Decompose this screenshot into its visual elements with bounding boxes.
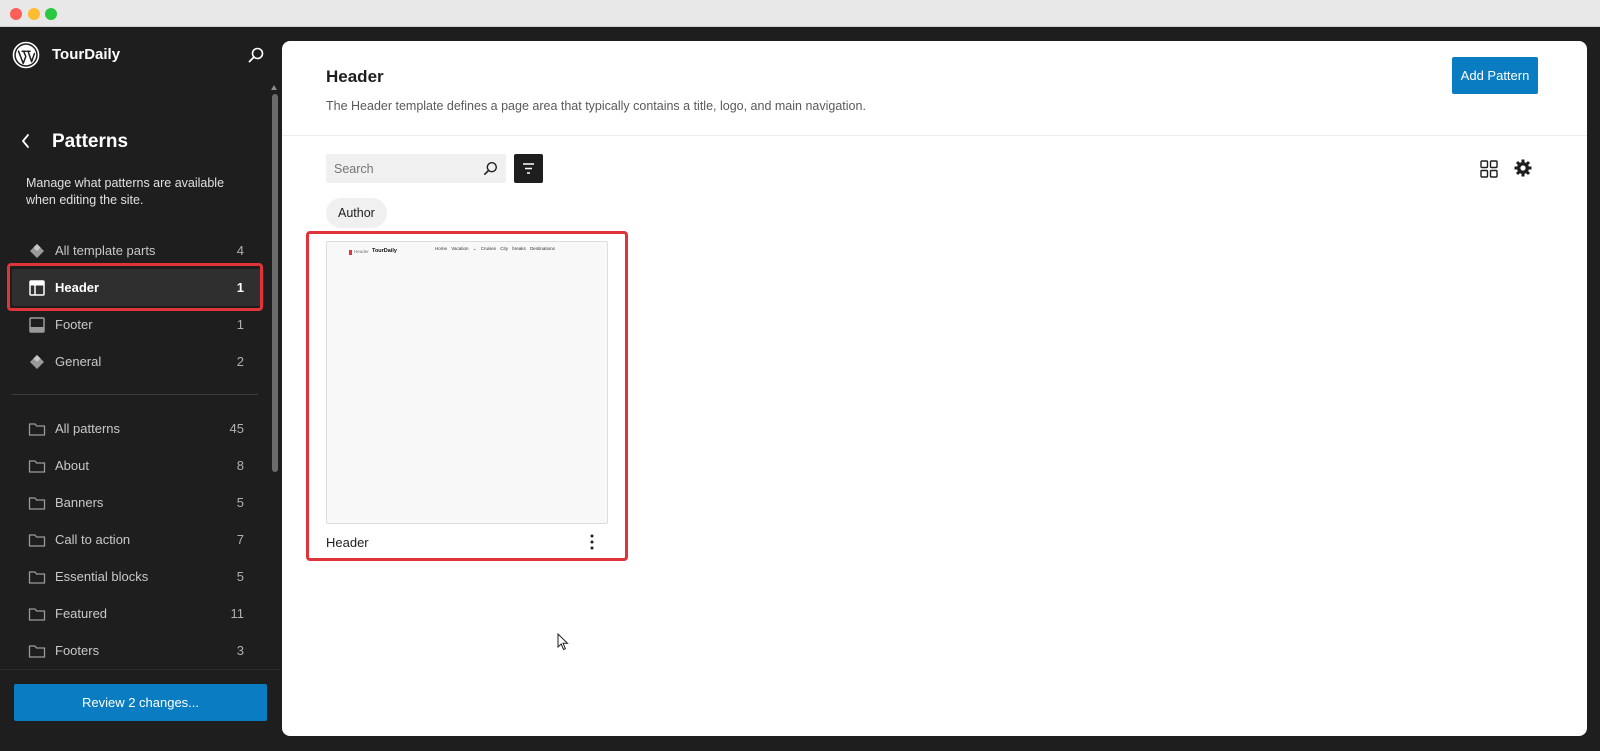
- header-layout-icon: [29, 280, 45, 296]
- window-titlebar: [0, 0, 1600, 27]
- search-icon[interactable]: [482, 160, 499, 177]
- sidebar-item-count: 1: [236, 280, 244, 295]
- sidebar-item-all-patterns[interactable]: All patterns 45: [12, 410, 264, 447]
- close-window-button[interactable]: [10, 8, 22, 20]
- search-icon[interactable]: [246, 45, 266, 65]
- sidebar-item-label: Header: [55, 280, 100, 295]
- folder-icon: [28, 571, 46, 584]
- main-panel: Header The Header template defines a pag…: [282, 41, 1587, 736]
- back-chevron-icon[interactable]: [16, 129, 36, 153]
- scroll-up-arrow-icon[interactable]: [271, 85, 277, 90]
- scrollbar-thumb[interactable]: [272, 94, 278, 472]
- sidebar-item-label: Footer: [55, 317, 93, 332]
- gear-icon[interactable]: [1512, 157, 1534, 179]
- folder-icon: [28, 497, 46, 510]
- preview-site-title: TourDaily: [372, 248, 397, 254]
- symbol-filled-icon: [30, 355, 44, 369]
- review-changes-button[interactable]: Review 2 changes...: [14, 684, 267, 721]
- preview-logo-text: Header: [354, 249, 369, 254]
- sidebar-item-count: 4: [236, 243, 244, 258]
- sidebar-item-featured[interactable]: Featured 11: [12, 595, 264, 632]
- site-hub: TourDaily: [0, 27, 280, 83]
- sidebar-item-count: 5: [236, 495, 244, 510]
- pattern-card-title[interactable]: Header: [326, 535, 369, 550]
- add-pattern-button[interactable]: Add Pattern: [1452, 57, 1538, 94]
- preview-nav-item: Vacation ⌄: [451, 246, 477, 251]
- preview-nav-item: City breaks: [500, 246, 526, 251]
- sidebar-item-header[interactable]: Header 1: [12, 269, 264, 306]
- folder-icon: [28, 423, 46, 436]
- sidebar-item-label: Banners: [55, 495, 104, 510]
- sidebar-item-label: Essential blocks: [55, 569, 149, 584]
- sidebar-item-footers[interactable]: Footers 3: [12, 632, 264, 669]
- search-input[interactable]: [326, 154, 476, 183]
- sidebar-description: Manage what patterns are available when …: [26, 176, 225, 207]
- wordpress-logo-icon[interactable]: [12, 41, 40, 69]
- pattern-card-preview[interactable]: Header TourDaily Home Vacation ⌄ Cruises…: [326, 241, 608, 524]
- folder-icon: [28, 608, 46, 621]
- page-title: Header: [326, 67, 384, 86]
- preview-nav-item: Destinations: [530, 246, 555, 251]
- maximize-window-button[interactable]: [45, 8, 57, 20]
- sidebar-item-count: 11: [230, 606, 245, 621]
- sidebar-item-banners[interactable]: Banners 5: [12, 484, 264, 521]
- funnel-icon: [523, 163, 534, 174]
- folder-icon: [28, 645, 46, 658]
- sidebar: TourDaily Patterns Manage what patterns …: [0, 27, 280, 751]
- sidebar-item-count: 5: [236, 569, 244, 584]
- sidebar-item-label: About: [55, 458, 89, 473]
- sidebar-item-count: 2: [236, 354, 244, 369]
- author-filter-chip[interactable]: Author: [326, 198, 387, 228]
- sidebar-item-label: General: [55, 354, 102, 369]
- sidebar-item-essential-blocks[interactable]: Essential blocks 5: [12, 558, 264, 595]
- page-description: The Header template defines a page area …: [326, 99, 866, 113]
- sidebar-item-general[interactable]: General 2: [12, 343, 264, 380]
- preview-nav-item: Cruises: [480, 246, 497, 251]
- header-divider: [282, 135, 1587, 136]
- preview-nav-item: Home: [435, 246, 448, 251]
- minimize-window-button[interactable]: [28, 8, 40, 20]
- footer-layout-icon: [29, 317, 45, 333]
- sidebar-item-count: 7: [236, 532, 244, 547]
- sidebar-item-count: 3: [236, 643, 244, 658]
- grid-view-icon[interactable]: [1478, 158, 1500, 180]
- folder-icon: [28, 460, 46, 473]
- sidebar-item-label: Featured: [55, 606, 108, 621]
- site-title[interactable]: TourDaily: [52, 46, 120, 63]
- sidebar-scrollbar[interactable]: [271, 85, 279, 705]
- search-field: [326, 154, 506, 183]
- more-vertical-icon[interactable]: [582, 531, 602, 553]
- sidebar-item-label: All template parts: [55, 243, 156, 258]
- preview-navigation: Home Vacation ⌄ Cruises City breaks Dest…: [435, 246, 555, 252]
- filter-button[interactable]: [514, 154, 543, 183]
- sidebar-item-label: Footers: [55, 643, 100, 658]
- sidebar-item-label: All patterns: [55, 421, 121, 436]
- sidebar-item-call-to-action[interactable]: Call to action 7: [12, 521, 264, 558]
- symbol-filled-icon: [30, 244, 44, 258]
- sidebar-item-count: 1: [236, 317, 244, 332]
- sidebar-item-count: 8: [236, 458, 244, 473]
- sidebar-item-count: 45: [229, 421, 244, 436]
- sidebar-item-about[interactable]: About 8: [12, 447, 264, 484]
- sidebar-title: Patterns: [52, 131, 129, 152]
- preview-logo: [349, 250, 352, 255]
- folder-icon: [28, 534, 46, 547]
- sidebar-divider: [12, 394, 258, 395]
- sidebar-item-label: Call to action: [55, 532, 131, 547]
- sidebar-item-footer[interactable]: Footer 1: [12, 306, 264, 343]
- sidebar-item-all-template-parts[interactable]: All template parts 4: [12, 232, 264, 269]
